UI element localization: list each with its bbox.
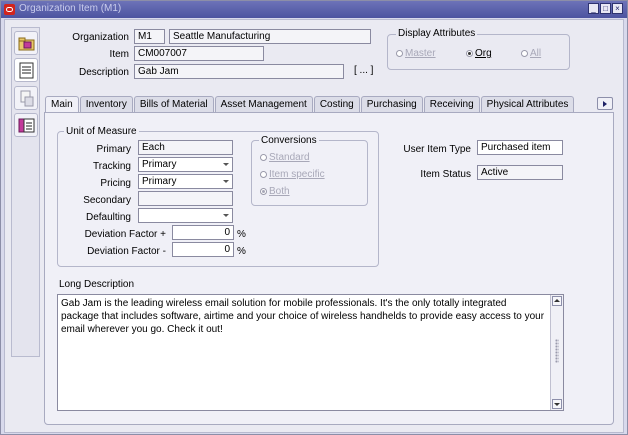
- unit-of-measure-title: Unit of Measure: [64, 126, 139, 137]
- description-field[interactable]: Gab Jam: [134, 64, 344, 79]
- attachment-icon: [20, 90, 34, 107]
- radio-all-dot: [521, 49, 528, 57]
- radio-standard[interactable]: Standard: [260, 152, 310, 163]
- tab-strip: Main Inventory Bills of Material Asset M…: [45, 96, 575, 113]
- radio-master[interactable]: Master: [396, 48, 436, 59]
- radio-item-specific-dot: [260, 170, 267, 178]
- defaulting-select[interactable]: [138, 208, 233, 223]
- bulleted-list-icon: [18, 118, 35, 133]
- folder-button[interactable]: [14, 31, 38, 55]
- tracking-select[interactable]: Primary: [138, 157, 233, 172]
- maximize-button[interactable]: □: [600, 3, 611, 14]
- deviation-minus-percent: %: [237, 246, 246, 257]
- radio-all[interactable]: All: [521, 48, 541, 59]
- pricing-select[interactable]: Primary: [138, 174, 233, 189]
- item-status-label: Item Status: [420, 169, 471, 180]
- organization-name-field[interactable]: Seattle Manufacturing: [169, 29, 371, 44]
- attachment-button[interactable]: [14, 86, 38, 110]
- deviation-plus-field[interactable]: 0: [172, 225, 234, 240]
- radio-master-dot: [396, 49, 403, 57]
- radio-standard-dot: [260, 153, 267, 161]
- display-attributes-title: Display Attributes: [396, 28, 478, 39]
- item-label: Item: [109, 49, 129, 60]
- pricing-label: Pricing: [100, 178, 131, 189]
- secondary-label: Secondary: [83, 195, 131, 206]
- description-label: Description: [78, 67, 129, 78]
- scroll-down-icon[interactable]: [552, 399, 562, 409]
- left-toolbar: [11, 27, 40, 357]
- radio-org-label: Org: [475, 48, 492, 59]
- radio-standard-label: Standard: [269, 152, 310, 163]
- chevron-down-icon: [223, 163, 229, 166]
- deviation-minus-label: Deviation Factor -: [87, 246, 166, 257]
- title-bar: Organization Item (M1) _ □ ×: [1, 1, 627, 18]
- deviation-plus-label: Deviation Factor +: [84, 229, 166, 240]
- radio-both-dot: [260, 187, 267, 195]
- deviation-minus-field[interactable]: 0: [172, 242, 234, 257]
- window: Organization Item (M1) _ □ × Organizatio…: [0, 0, 628, 435]
- display-attributes-group: Display Attributes Master Org All: [387, 28, 570, 70]
- tracking-label: Tracking: [93, 161, 131, 172]
- user-item-type-label: User Item Type: [403, 144, 471, 155]
- user-item-type-field[interactable]: Purchased item: [477, 140, 563, 155]
- radio-org-dot: [466, 49, 473, 57]
- radio-item-specific-label: Item specific: [269, 169, 325, 180]
- radio-master-label: Master: [405, 48, 436, 59]
- chevron-down-icon: [223, 180, 229, 183]
- scroll-up-icon[interactable]: [552, 296, 562, 306]
- radio-item-specific[interactable]: Item specific: [260, 169, 325, 180]
- description-lov-button[interactable]: [ ... ]: [354, 65, 373, 76]
- scroll-grip-icon: [555, 339, 559, 363]
- long-description-field[interactable]: Gab Jam is the leading wireless email so…: [57, 294, 564, 411]
- tab-purchasing[interactable]: Purchasing: [360, 96, 423, 113]
- conversions-group: Conversions Standard Item specific Both: [251, 135, 368, 206]
- radio-org[interactable]: Org: [466, 48, 492, 59]
- pricing-value: Primary: [142, 176, 177, 187]
- long-description-scrollbar[interactable]: [550, 295, 563, 410]
- chevron-down-icon: [223, 214, 229, 217]
- window-controls: _ □ ×: [588, 3, 623, 14]
- tracking-value: Primary: [142, 159, 177, 170]
- radio-both[interactable]: Both: [260, 186, 290, 197]
- item-status-field[interactable]: Active: [477, 165, 563, 180]
- window-title: Organization Item (M1): [19, 3, 122, 14]
- bulleted-list-button[interactable]: [14, 113, 38, 137]
- tab-main[interactable]: Main: [45, 96, 79, 113]
- long-description-text: Gab Jam is the leading wireless email so…: [61, 298, 545, 335]
- secondary-uom-field[interactable]: [138, 191, 233, 206]
- folder-icon: [18, 37, 35, 51]
- deviation-plus-percent: %: [237, 229, 246, 240]
- conversions-title: Conversions: [259, 135, 319, 146]
- tab-inventory[interactable]: Inventory: [79, 96, 133, 113]
- close-button[interactable]: ×: [612, 3, 623, 14]
- defaulting-label: Defaulting: [85, 212, 131, 223]
- list-icon: [19, 62, 34, 79]
- organization-code-field[interactable]: M1: [134, 29, 165, 44]
- list-button[interactable]: [14, 58, 38, 82]
- primary-label: Primary: [96, 144, 131, 155]
- tab-next-button[interactable]: [597, 97, 613, 110]
- primary-uom-field[interactable]: Each: [138, 140, 233, 155]
- tab-receiving[interactable]: Receiving: [423, 96, 480, 113]
- radio-both-label: Both: [269, 186, 290, 197]
- item-field[interactable]: CM007007: [134, 46, 264, 61]
- oracle-icon: [4, 4, 15, 15]
- radio-all-label: All: [530, 48, 542, 59]
- tab-bills-of-material[interactable]: Bills of Material: [133, 96, 214, 113]
- tab-asset-management[interactable]: Asset Management: [214, 96, 313, 113]
- organization-label: Organization: [72, 32, 129, 43]
- tab-physical-attributes[interactable]: Physical Attributes: [480, 96, 575, 113]
- tab-costing[interactable]: Costing: [313, 96, 360, 113]
- long-description-label: Long Description: [59, 279, 135, 290]
- lov-button-label: [ ... ]: [354, 65, 374, 76]
- minimize-button[interactable]: _: [588, 3, 599, 14]
